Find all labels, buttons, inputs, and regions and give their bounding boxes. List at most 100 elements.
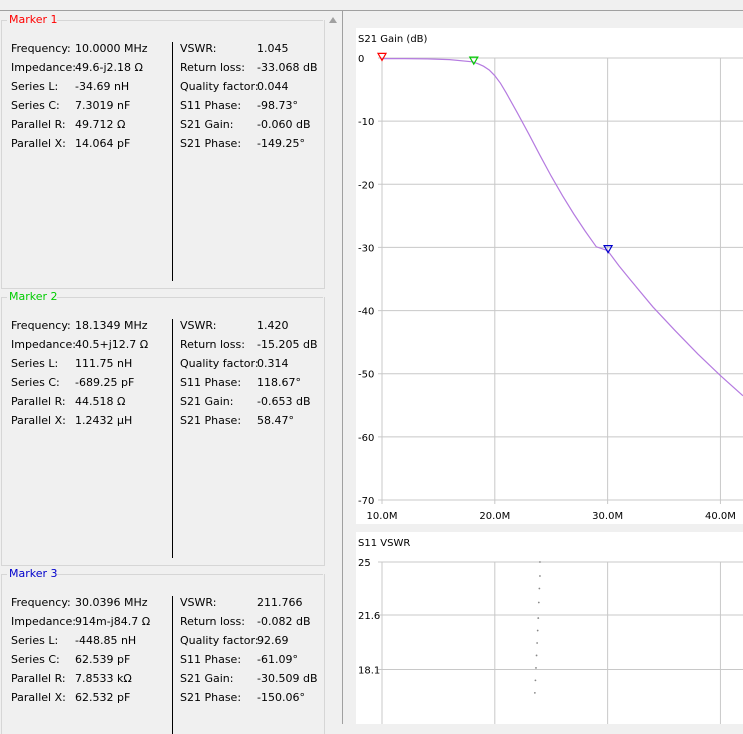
series-line bbox=[382, 58, 743, 397]
x-tick-label: 10.0M bbox=[367, 511, 398, 522]
y-tick-label: 0 bbox=[358, 54, 364, 65]
m1-parallel-x-value: 14.064 pF bbox=[75, 137, 131, 150]
x-tick-label: 30.0M bbox=[592, 511, 623, 522]
m3-s21-phase-value: -150.06° bbox=[257, 691, 305, 704]
m2-quality-factor-value: 0.314 bbox=[257, 357, 289, 370]
m2-parallel-r-label: Parallel R: bbox=[11, 395, 66, 408]
m1-frequency-label: Frequency: bbox=[11, 42, 71, 55]
y-tick-label: -70 bbox=[358, 496, 374, 507]
m1-s21-phase-label: S21 Phase: bbox=[180, 137, 242, 150]
data-point bbox=[537, 617, 540, 619]
m2-s21-gain-label: S21 Gain: bbox=[180, 395, 234, 408]
y-tick-label: -20 bbox=[358, 180, 374, 191]
m3-parallel-x-label: Parallel X: bbox=[11, 691, 66, 704]
m2-impedance-value: 40.5+j12.7 Ω bbox=[75, 338, 149, 351]
s21-gain-chart[interactable]: S21 Gain (dB) 10.0M 20.0M 30.0M 40.0M 0 -10 -20… bbox=[356, 28, 743, 524]
data-point bbox=[539, 575, 541, 577]
m3-return-loss-label: Return loss: bbox=[180, 615, 245, 628]
y-tick-label: 21.6 bbox=[358, 611, 380, 622]
marker-1-title: Marker 1 bbox=[9, 13, 58, 26]
m3-s11-phase-label: S11 Phase: bbox=[180, 653, 242, 666]
y-tick-label: -50 bbox=[358, 370, 374, 381]
x-tick-label: 20.0M bbox=[479, 511, 510, 522]
vertical-scrollbar[interactable] bbox=[325, 11, 341, 724]
data-point bbox=[536, 629, 539, 632]
m1-s21-gain-label: S21 Gain: bbox=[180, 118, 234, 131]
s11-vswr-chart[interactable]: S11 VSWR 25 21.6 18.1 bbox=[356, 532, 743, 724]
m1-parallel-x-label: Parallel X: bbox=[11, 137, 66, 150]
m2-parallel-x-value: 1.2432 µH bbox=[75, 414, 133, 427]
m3-impedance-value: 914m-j84.7 Ω bbox=[75, 615, 151, 628]
top-toolbar bbox=[0, 0, 743, 11]
m3-s21-gain-value: -30.509 dB bbox=[257, 672, 318, 685]
m3-series-c-label: Series C: bbox=[11, 653, 60, 666]
m2-s11-phase-value: 118.67° bbox=[257, 376, 301, 389]
m3-parallel-r-label: Parallel R: bbox=[11, 672, 66, 685]
marker-2-title: Marker 2 bbox=[9, 290, 58, 303]
m1-vswr-label: VSWR: bbox=[180, 42, 217, 55]
m1-return-loss-label: Return loss: bbox=[180, 61, 245, 74]
m2-s21-phase-value: 58.47° bbox=[257, 414, 294, 427]
column-divider bbox=[172, 596, 173, 734]
m2-series-l-label: Series L: bbox=[11, 357, 59, 370]
m1-series-c-value: 7.3019 nF bbox=[75, 99, 131, 112]
markers-panel: Marker 1 Frequency: 10.0000 MHz Impedanc… bbox=[0, 11, 343, 734]
y-tick-label: 18.1 bbox=[358, 665, 380, 676]
data-point bbox=[535, 667, 537, 669]
m1-frequency-value: 10.0000 MHz bbox=[75, 42, 148, 55]
group-border bbox=[2, 20, 7, 21]
marker-1-group: Marker 1 Frequency: 10.0000 MHz Impedanc… bbox=[1, 13, 325, 289]
m1-quality-factor-value: 0.044 bbox=[257, 80, 289, 93]
group-border bbox=[2, 574, 7, 575]
data-point bbox=[537, 601, 540, 604]
m3-vswr-label: VSWR: bbox=[180, 596, 217, 609]
marker-1-triangle bbox=[376, 52, 388, 62]
m2-s21-gain-value: -0.653 dB bbox=[257, 395, 311, 408]
x-tick-label: 40.0M bbox=[705, 511, 736, 522]
m2-series-l-value: 111.75 nH bbox=[75, 357, 133, 370]
data-point bbox=[538, 587, 541, 590]
y-tick-label: -30 bbox=[358, 243, 374, 254]
m3-vswr-value: 211.766 bbox=[257, 596, 303, 609]
m1-s21-phase-value: -149.25° bbox=[257, 137, 305, 150]
m2-parallel-r-value: 44.518 Ω bbox=[75, 395, 126, 408]
marker-3-group: Marker 3 Frequency: 30.0396 MHz Impedanc… bbox=[1, 567, 325, 734]
y-tick-label: 25 bbox=[358, 558, 371, 569]
chart-title: S21 Gain (dB) bbox=[358, 34, 428, 45]
m3-frequency-value: 30.0396 MHz bbox=[75, 596, 148, 609]
m1-series-l-value: -34.69 nH bbox=[75, 80, 130, 93]
m1-series-c-label: Series C: bbox=[11, 99, 60, 112]
group-border bbox=[57, 574, 323, 575]
m2-return-loss-label: Return loss: bbox=[180, 338, 245, 351]
m3-quality-factor-label: Quality factor: bbox=[180, 634, 259, 647]
m1-return-loss-value: -33.068 dB bbox=[257, 61, 318, 74]
m3-s21-gain-label: S21 Gain: bbox=[180, 672, 234, 685]
m1-parallel-r-label: Parallel R: bbox=[11, 118, 66, 131]
m3-series-c-value: 62.539 pF bbox=[75, 653, 131, 666]
m1-s11-phase-label: S11 Phase: bbox=[180, 99, 242, 112]
m3-impedance-label: Impedance: bbox=[11, 615, 76, 628]
m3-series-l-value: -448.85 nH bbox=[75, 634, 137, 647]
m2-frequency-value: 18.1349 MHz bbox=[75, 319, 148, 332]
group-border bbox=[2, 297, 7, 298]
m2-s11-phase-label: S11 Phase: bbox=[180, 376, 242, 389]
m1-vswr-value: 1.045 bbox=[257, 42, 289, 55]
data-point bbox=[535, 654, 538, 657]
data-point bbox=[534, 679, 537, 682]
y-tick-label: -40 bbox=[358, 307, 374, 318]
m3-s11-phase-value: -61.09° bbox=[257, 653, 298, 666]
s11-vswr-chart-svg: S11 VSWR 25 21.6 18.1 bbox=[358, 538, 743, 724]
m1-parallel-r-value: 49.712 Ω bbox=[75, 118, 126, 131]
m1-impedance-value: 49.6-j2.18 Ω bbox=[75, 61, 143, 74]
scroll-up-arrow-icon[interactable] bbox=[329, 17, 337, 23]
group-border bbox=[57, 20, 323, 21]
m1-quality-factor-label: Quality factor: bbox=[180, 80, 259, 93]
m1-impedance-label: Impedance: bbox=[11, 61, 76, 74]
column-divider bbox=[172, 42, 173, 281]
y-tick-label: -60 bbox=[358, 433, 374, 444]
m3-s21-phase-label: S21 Phase: bbox=[180, 691, 242, 704]
m1-s21-gain-value: -0.060 dB bbox=[257, 118, 311, 131]
m2-return-loss-value: -15.205 dB bbox=[257, 338, 318, 351]
m3-frequency-label: Frequency: bbox=[11, 596, 71, 609]
m2-frequency-label: Frequency: bbox=[11, 319, 71, 332]
